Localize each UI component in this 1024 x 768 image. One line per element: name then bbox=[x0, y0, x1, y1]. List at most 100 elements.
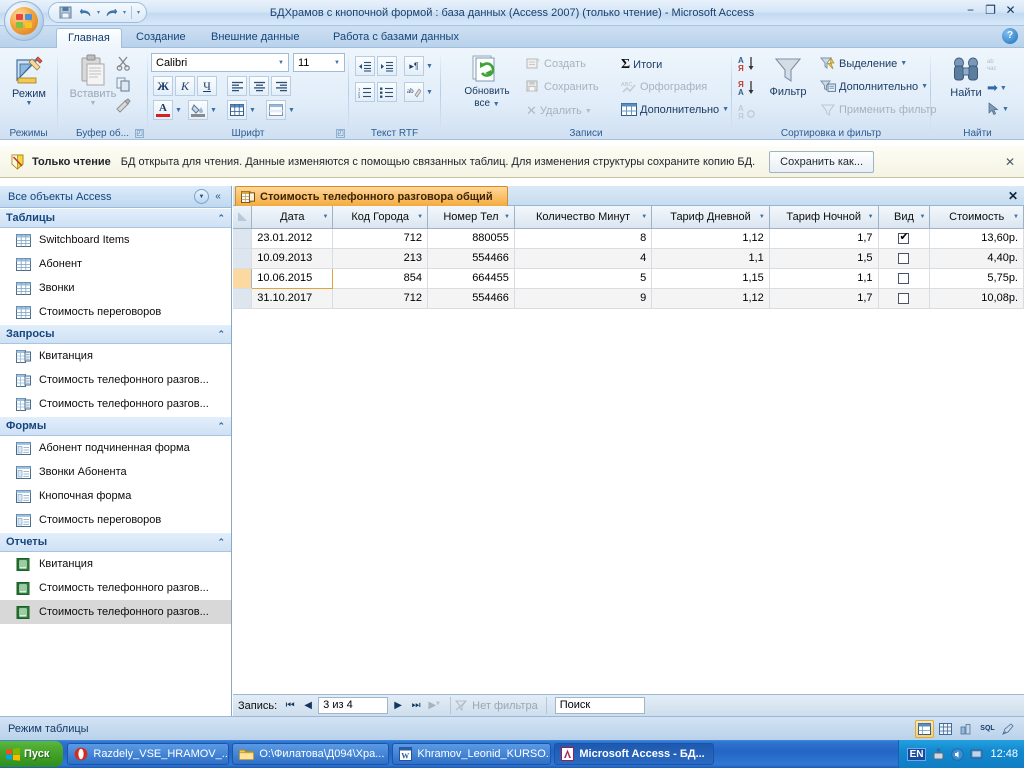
filter-status[interactable]: Нет фильтра bbox=[450, 697, 547, 714]
underline-button[interactable]: Ч bbox=[197, 76, 217, 96]
cell-minutes[interactable]: 9 bbox=[514, 288, 653, 309]
cell-day-tariff[interactable]: 1,15 bbox=[651, 268, 770, 289]
select-dropdown-icon[interactable]: ▼ bbox=[1002, 106, 1009, 113]
alt-fill-dropdown-icon[interactable]: ▼ bbox=[288, 107, 295, 114]
delete-dropdown-icon[interactable]: ▼ bbox=[585, 108, 592, 115]
nav-item-abonent-subform[interactable]: Абонент подчиненная форма bbox=[0, 436, 231, 460]
cell-minutes[interactable]: 8 bbox=[514, 228, 653, 249]
cell-cost[interactable]: 10,08р. bbox=[929, 288, 1024, 309]
nav-item-kvitanciya-query[interactable]: Квитанция bbox=[0, 344, 231, 368]
clipboard-dialog-launcher[interactable]: ◰ bbox=[135, 129, 144, 138]
cell-type-checkbox[interactable] bbox=[878, 228, 931, 249]
font-color-dropdown-icon[interactable]: ▼ bbox=[175, 107, 182, 114]
selection-button[interactable]: Выделение ▼ bbox=[820, 57, 907, 70]
close-document-icon[interactable]: ✕ bbox=[1008, 189, 1018, 203]
cell-night-tariff[interactable]: 1,1 bbox=[769, 268, 879, 289]
row-selector-current[interactable] bbox=[233, 268, 253, 289]
refresh-all-dropdown-icon[interactable]: ▼ bbox=[493, 101, 500, 108]
taskbar-item-word[interactable]: W Khramov_Leonid_KURSO... bbox=[392, 743, 552, 765]
font-size-combo[interactable]: 11 ▼ bbox=[293, 53, 345, 72]
cell-night-tariff[interactable]: 1,5 bbox=[769, 248, 879, 269]
filter-button[interactable]: Фильтр bbox=[764, 56, 812, 98]
chevron-down-icon[interactable]: ▼ bbox=[417, 214, 423, 220]
nav-group-reports[interactable]: Отчеты ⌃ bbox=[0, 532, 231, 552]
volume-icon[interactable] bbox=[950, 747, 964, 761]
language-indicator[interactable]: EN bbox=[906, 747, 927, 761]
column-header-date[interactable]: Дата ▼ bbox=[251, 206, 334, 229]
table-row[interactable]: 31.10.2017 712 554466 9 1,12 1,7 10,08р. bbox=[233, 288, 1024, 309]
column-header-cost[interactable]: Стоимость ▼ bbox=[929, 206, 1024, 229]
tab-external-data[interactable]: Внешние данные bbox=[200, 28, 310, 48]
tab-create[interactable]: Создание bbox=[125, 28, 197, 48]
column-header-city-code[interactable]: Код Города ▼ bbox=[332, 206, 429, 229]
clock[interactable]: 12:48 bbox=[990, 748, 1018, 760]
minimize-button[interactable]: − bbox=[961, 1, 980, 19]
customize-qat-icon[interactable]: ▾ bbox=[137, 9, 140, 16]
font-dialog-launcher[interactable]: ◰ bbox=[336, 129, 345, 138]
previous-record-button[interactable]: ◀ bbox=[300, 700, 316, 711]
decrease-indent-button[interactable] bbox=[355, 56, 375, 76]
sort-ascending-button[interactable]: АЯ bbox=[738, 55, 756, 72]
gridlines-button[interactable]: ▼ bbox=[227, 100, 256, 120]
sort-descending-button[interactable]: ЯА bbox=[738, 79, 756, 96]
paste-dropdown-icon[interactable]: ▼ bbox=[90, 100, 97, 107]
goto-button[interactable]: ➡ ▼ bbox=[987, 80, 1007, 96]
nav-item-stoimost-razgovora-query-2[interactable]: Стоимость телефонного разгов... bbox=[0, 392, 231, 416]
nav-item-stoimost-peregovorov-form[interactable]: Стоимость переговоров bbox=[0, 508, 231, 532]
align-left-button[interactable] bbox=[227, 76, 247, 96]
text-direction-dropdown-icon[interactable]: ▼ bbox=[426, 63, 433, 70]
cell-day-tariff[interactable]: 1,1 bbox=[651, 248, 770, 269]
nav-item-switchboard-items[interactable]: Switchboard Items bbox=[0, 228, 231, 252]
chevron-up-icon[interactable]: ⌃ bbox=[217, 537, 225, 548]
text-direction-button[interactable]: ▸¶ ▼ bbox=[404, 56, 433, 76]
network-icon[interactable] bbox=[969, 747, 983, 761]
close-security-bar-icon[interactable]: ✕ bbox=[1005, 155, 1015, 169]
pivottable-view-icon[interactable] bbox=[936, 720, 955, 738]
cell-minutes[interactable]: 4 bbox=[514, 248, 653, 269]
advanced-filter-button[interactable]: Дополнительно ▼ bbox=[820, 80, 928, 93]
highlight-dropdown-icon[interactable]: ▼ bbox=[426, 89, 433, 96]
refresh-all-button[interactable]: Обновить все ▼ bbox=[454, 54, 520, 110]
cell-phone-number[interactable]: 554466 bbox=[427, 288, 515, 309]
chevron-down-icon[interactable]: ▼ bbox=[274, 60, 288, 66]
checkbox-checked-icon[interactable] bbox=[898, 231, 910, 244]
chevron-down-icon[interactable]: ▼ bbox=[759, 214, 765, 220]
close-button[interactable]: ✕ bbox=[1001, 1, 1020, 19]
current-record-input[interactable]: 3 из 4 bbox=[318, 697, 389, 714]
cell-date[interactable]: 31.10.2017 bbox=[251, 288, 334, 309]
records-more-button[interactable]: Дополнительно ▼ bbox=[621, 103, 729, 116]
cell-cost[interactable]: 13,60р. bbox=[929, 228, 1024, 249]
nav-group-tables[interactable]: Таблицы ⌃ bbox=[0, 208, 231, 228]
highlight-button[interactable]: ab ▼ bbox=[404, 82, 433, 102]
cell-phone-number[interactable]: 664455 bbox=[427, 268, 515, 289]
align-center-button[interactable] bbox=[249, 76, 269, 96]
row-selector[interactable] bbox=[233, 288, 253, 309]
records-more-dropdown-icon[interactable]: ▼ bbox=[722, 106, 729, 113]
nav-item-zvonki-abonenta-form[interactable]: Звонки Абонента bbox=[0, 460, 231, 484]
nav-item-stoimost-razgovora-report-1[interactable]: Стоимость телефонного разгов... bbox=[0, 576, 231, 600]
save-as-button[interactable]: Сохранить как... bbox=[769, 150, 875, 173]
italic-button[interactable]: К bbox=[175, 76, 195, 96]
undo-dropdown-icon[interactable]: ▾ bbox=[97, 9, 100, 16]
fill-color-button[interactable]: ▼ bbox=[188, 100, 217, 120]
collapse-pane-icon[interactable]: « bbox=[209, 191, 227, 202]
help-icon[interactable]: ? bbox=[1002, 28, 1018, 44]
column-header-phone-number[interactable]: Номер Тел ▼ bbox=[427, 206, 515, 229]
chevron-up-icon[interactable]: ⌃ bbox=[217, 213, 225, 224]
save-record-button[interactable]: Сохранить bbox=[526, 80, 599, 93]
checkbox-unchecked-icon[interactable] bbox=[898, 252, 910, 264]
redo-icon[interactable] bbox=[103, 4, 120, 21]
nav-item-knopochnaya-forma[interactable]: Кнопочная форма bbox=[0, 484, 231, 508]
cell-type-checkbox[interactable] bbox=[878, 268, 931, 289]
nav-item-kvitanciya-report[interactable]: Квитанция bbox=[0, 552, 231, 576]
cell-minutes[interactable]: 5 bbox=[514, 268, 653, 289]
increase-indent-button[interactable] bbox=[377, 56, 397, 76]
replace-button[interactable]: ab час bbox=[987, 56, 1007, 72]
selection-dropdown-icon[interactable]: ▼ bbox=[900, 60, 907, 67]
row-selector[interactable] bbox=[233, 248, 253, 269]
chevron-down-icon[interactable]: ▼ bbox=[641, 214, 647, 220]
delete-record-button[interactable]: ✕ Удалить ▼ bbox=[526, 103, 592, 119]
taskbar-item-opera[interactable]: Razdely_VSE_HRAMOV_... bbox=[67, 743, 230, 765]
format-painter-button[interactable] bbox=[115, 98, 132, 113]
fill-color-dropdown-icon[interactable]: ▼ bbox=[210, 107, 217, 114]
